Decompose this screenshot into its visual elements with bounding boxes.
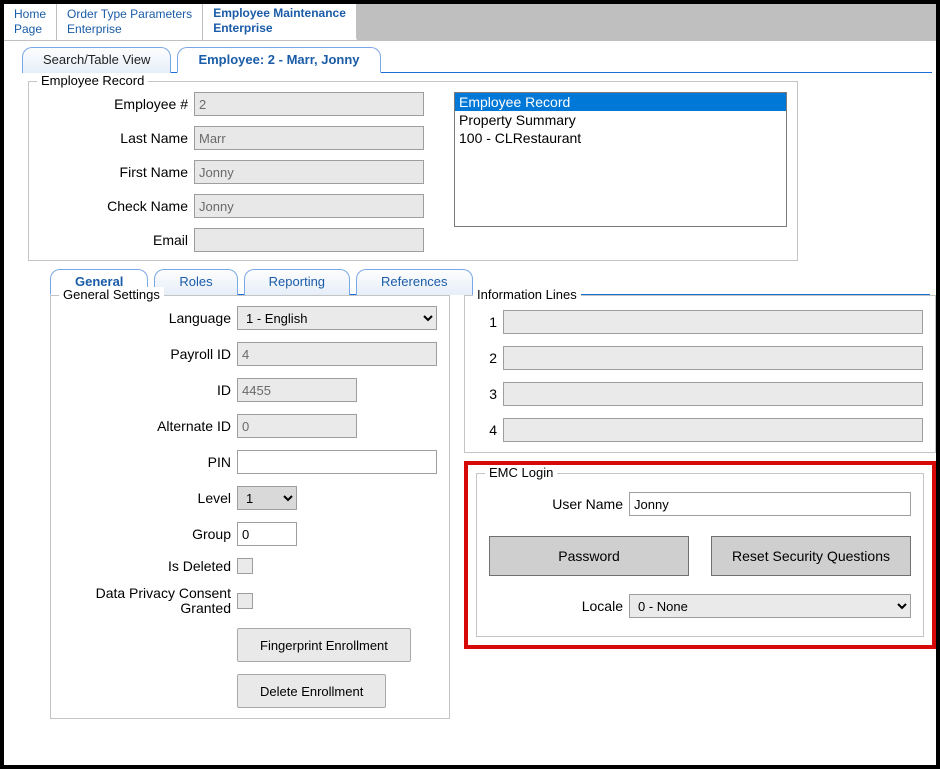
top-tab-home[interactable]: Home Page — [4, 4, 57, 40]
sub-tab-search[interactable]: Search/Table View — [22, 47, 171, 73]
label-employee-no: Employee # — [39, 96, 194, 112]
top-tab-emp-line1: Employee Maintenance — [213, 6, 346, 21]
label-alternate-id: Alternate ID — [57, 418, 237, 434]
top-tab-order-type[interactable]: Order Type Parameters Enterprise — [57, 4, 203, 40]
sub-tab-row: Search/Table View Employee: 2 - Marr, Jo… — [22, 47, 932, 73]
label-consent: Data Privacy Consent Granted — [57, 586, 237, 616]
info-input-2[interactable] — [503, 346, 923, 370]
info-label-4: 4 — [477, 422, 503, 438]
detail-tab-references[interactable]: References — [356, 269, 472, 295]
label-last-name: Last Name — [39, 130, 194, 146]
label-locale: Locale — [489, 598, 629, 614]
info-lines-group: Information Lines 1 2 3 4 — [464, 295, 936, 453]
top-tab-employee-maintenance[interactable]: Employee Maintenance Enterprise — [203, 4, 357, 40]
label-email: Email — [39, 232, 194, 248]
input-id[interactable] — [237, 378, 357, 402]
top-tab-order-type-line1: Order Type Parameters — [67, 7, 192, 22]
top-tab-emp-line2: Enterprise — [213, 21, 346, 36]
top-tab-home-line1: Home — [14, 7, 46, 22]
button-delete-enrollment[interactable]: Delete Enrollment — [237, 674, 386, 708]
select-language[interactable]: 1 - English — [237, 306, 437, 330]
employee-record-title: Employee Record — [37, 73, 148, 88]
input-employee-no[interactable] — [194, 92, 424, 116]
detail-tab-roles[interactable]: Roles — [154, 269, 237, 295]
emc-login-highlight: EMC Login User Name Password Reset Secur… — [464, 461, 936, 649]
top-tab-row: Home Page Order Type Parameters Enterpri… — [4, 4, 936, 41]
info-input-3[interactable] — [503, 382, 923, 406]
info-label-1: 1 — [477, 314, 503, 330]
label-id: ID — [57, 382, 237, 398]
button-reset-security-questions[interactable]: Reset Security Questions — [711, 536, 911, 576]
info-label-2: 2 — [477, 350, 503, 366]
label-pin: PIN — [57, 454, 237, 470]
general-settings-title: General Settings — [59, 287, 164, 302]
label-language: Language — [57, 310, 237, 326]
input-last-name[interactable] — [194, 126, 424, 150]
input-check-name[interactable] — [194, 194, 424, 218]
input-email[interactable] — [194, 228, 424, 252]
list-item-clrestaurant[interactable]: 100 - CLRestaurant — [455, 129, 786, 147]
sub-tab-employee[interactable]: Employee: 2 - Marr, Jonny — [177, 47, 380, 73]
info-input-1[interactable] — [503, 310, 923, 334]
employee-record-group: Employee Record Employee # Last Name Fir… — [28, 81, 798, 261]
input-group[interactable] — [237, 522, 297, 546]
emc-login-title: EMC Login — [485, 465, 557, 480]
info-lines-title: Information Lines — [473, 287, 581, 302]
select-level[interactable]: 1 — [237, 486, 297, 510]
checkbox-consent[interactable] — [237, 593, 253, 609]
button-password[interactable]: Password — [489, 536, 689, 576]
label-group: Group — [57, 526, 237, 542]
label-level: Level — [57, 490, 237, 506]
info-input-4[interactable] — [503, 418, 923, 442]
top-tab-order-type-line2: Enterprise — [67, 22, 192, 37]
record-list-box[interactable]: Employee Record Property Summary 100 - C… — [454, 92, 787, 227]
input-user-name[interactable] — [629, 492, 911, 516]
checkbox-is-deleted[interactable] — [237, 558, 253, 574]
top-tab-home-line2: Page — [14, 22, 46, 37]
list-item-property-summary[interactable]: Property Summary — [455, 111, 786, 129]
emc-login-group: EMC Login User Name Password Reset Secur… — [476, 473, 924, 637]
detail-columns: General Settings Language 1 - English Pa… — [50, 295, 930, 719]
input-pin[interactable] — [237, 450, 437, 474]
select-locale[interactable]: 0 - None — [629, 594, 911, 618]
input-first-name[interactable] — [194, 160, 424, 184]
top-tab-filler — [357, 4, 936, 40]
button-fingerprint-enrollment[interactable]: Fingerprint Enrollment — [237, 628, 411, 662]
label-user-name: User Name — [489, 496, 629, 512]
label-check-name: Check Name — [39, 198, 194, 214]
label-is-deleted: Is Deleted — [57, 558, 237, 574]
detail-tab-reporting[interactable]: Reporting — [244, 269, 350, 295]
label-first-name: First Name — [39, 164, 194, 180]
list-item-employee-record[interactable]: Employee Record — [455, 93, 786, 111]
input-payroll-id[interactable] — [237, 342, 437, 366]
general-settings-group: General Settings Language 1 - English Pa… — [50, 295, 450, 719]
label-payroll-id: Payroll ID — [57, 346, 237, 362]
window: Home Page Order Type Parameters Enterpri… — [0, 0, 940, 769]
input-alternate-id[interactable] — [237, 414, 357, 438]
info-label-3: 3 — [477, 386, 503, 402]
